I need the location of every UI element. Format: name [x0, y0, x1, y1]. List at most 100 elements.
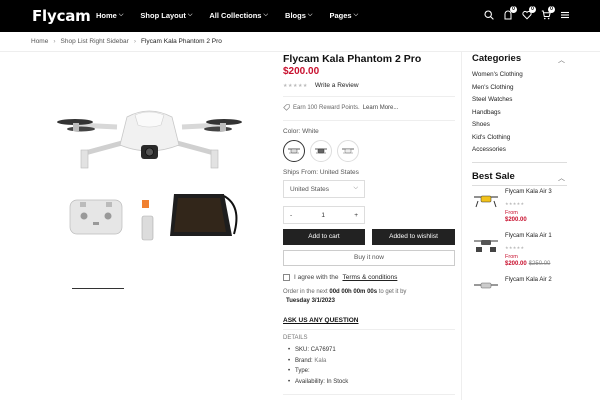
best-sale-name[interactable]: Flycam Kala Air 3	[505, 189, 552, 195]
order-pre-text: Order in the next	[283, 289, 328, 295]
nav-all-collections[interactable]: All Collections ⌵	[209, 11, 268, 20]
best-sale-name[interactable]: Flycam Kala Air 2	[505, 277, 552, 283]
best-sale-item[interactable]: Flycam Kala Air 3 ★★★★★ From $200.00	[472, 189, 572, 229]
price-current: $200.00	[505, 261, 527, 267]
cart-badge: 0	[548, 6, 555, 13]
best-sale-name[interactable]: Flycam Kala Air 1	[505, 233, 552, 239]
category-item[interactable]: Accessories	[472, 146, 523, 159]
product-thumbnail[interactable]	[472, 189, 500, 211]
quantity-stepper: - 1 +	[283, 206, 365, 224]
detail-availability: Availability: In Stock	[288, 379, 348, 385]
qty-minus-button[interactable]: -	[290, 212, 292, 219]
product-price: $200.00	[283, 66, 320, 77]
main-nav: Home ⌵ Shop Layout ⌵ All Collections ⌵ Blog…	[96, 11, 375, 20]
divider	[0, 51, 600, 52]
cart-icon[interactable]: 0	[541, 6, 555, 20]
chevron-up-icon[interactable]: ︿	[558, 55, 565, 65]
detail-brand: Brand: Kala	[288, 357, 348, 364]
chevron-down-icon: ⌵	[187, 12, 193, 18]
detail-type: Type:	[288, 368, 348, 374]
price-current: $200.00	[505, 217, 527, 223]
nav-label: All Collections	[209, 11, 262, 20]
qty-value[interactable]: 1	[321, 212, 325, 219]
swatch-drone-white[interactable]	[283, 140, 305, 162]
divider	[283, 394, 455, 395]
category-item[interactable]: Steel Watches	[472, 96, 523, 109]
detail-label: Type:	[295, 368, 310, 374]
country-select[interactable]: United States ⌵	[283, 180, 365, 198]
product-main-image[interactable]	[57, 95, 242, 175]
menu-icon[interactable]	[560, 10, 570, 20]
search-icon[interactable]	[484, 10, 494, 20]
detail-label: Brand:	[295, 357, 313, 364]
write-review-link[interactable]: Write a Review	[315, 82, 359, 89]
breadcrumb: Home › Shop List Right Sidebar › Flycam …	[31, 38, 222, 45]
reward-points: Earn 100 Reward Points. Learn More...	[283, 104, 398, 111]
best-sale-price: $200.00	[505, 217, 527, 223]
chevron-right-icon: ›	[133, 38, 136, 45]
add-to-cart-button[interactable]: Add to cart	[283, 229, 365, 245]
header-icons: 0 0 0	[484, 6, 570, 20]
details-list: SKU: CA76971 Brand: Kala Type: Availabil…	[288, 347, 348, 389]
order-countdown: Order in the next 00d 00h 00m 00s to get…	[283, 289, 406, 295]
drone-icon	[342, 148, 354, 154]
terms-checkbox[interactable]	[283, 274, 290, 281]
sidebar-divider	[461, 52, 462, 400]
star-rating-icon: ★★★★★	[283, 82, 308, 89]
terms-link[interactable]: Terms & conditions	[342, 274, 397, 281]
buy-now-button[interactable]: Buy it now	[283, 250, 455, 266]
qty-plus-button[interactable]: +	[354, 212, 358, 219]
country-value: United States	[290, 186, 330, 193]
swatch-drone-dark[interactable]	[310, 140, 332, 162]
nav-blogs[interactable]: Blogs ⌵	[285, 11, 312, 20]
site-logo[interactable]: Flycam	[32, 7, 91, 25]
nav-label: Pages	[329, 11, 352, 20]
site-header: Flycam Home ⌵ Shop Layout ⌵ All Collection…	[0, 0, 600, 32]
detail-sku: SKU: CA76971	[288, 347, 348, 353]
nav-home[interactable]: Home ⌵	[96, 11, 123, 20]
chevron-down-icon: ⌵	[353, 185, 358, 191]
category-item[interactable]: Handbags	[472, 109, 523, 122]
divider	[283, 120, 455, 121]
category-item[interactable]: Kid's Clothing	[472, 134, 523, 147]
divider	[283, 96, 455, 97]
category-item[interactable]: Men's Clothing	[472, 84, 523, 97]
product-thumbnails[interactable]	[66, 186, 246, 241]
chevron-down-icon: ⌵	[307, 12, 313, 18]
best-sale-title: Best Sale	[472, 171, 515, 182]
best-sale-item[interactable]: Flycam Kala Air 1 ★★★★★ From $200.00 $250…	[472, 233, 572, 273]
breadcrumb-home[interactable]: Home	[31, 38, 48, 45]
thumbnail-battery	[141, 200, 154, 241]
best-sale-from: From	[505, 210, 518, 216]
best-sale-from: From	[505, 254, 518, 260]
learn-more-link[interactable]: Learn More...	[363, 105, 399, 111]
ships-from-label: Ships From: United States	[283, 169, 359, 176]
divider	[472, 162, 567, 163]
drone-icon	[288, 148, 300, 154]
thumbnail-indicator	[72, 288, 124, 289]
category-item[interactable]: Women's Clothing	[472, 71, 523, 84]
chevron-right-icon: ›	[53, 38, 56, 45]
detail-value: Kala	[314, 357, 327, 364]
star-rating-icon: ★★★★★	[505, 201, 525, 206]
category-item[interactable]: Shoes	[472, 121, 523, 134]
product-thumbnail[interactable]	[472, 277, 500, 299]
nav-label: Shop Layout	[140, 11, 186, 20]
nav-pages[interactable]: Pages ⌵	[329, 11, 358, 20]
account-icon[interactable]: 0	[503, 6, 517, 20]
heart-icon[interactable]: 0	[522, 6, 536, 20]
best-sale-item[interactable]: Flycam Kala Air 2	[472, 277, 572, 297]
product-thumbnail[interactable]	[472, 233, 500, 255]
nav-shop-layout[interactable]: Shop Layout ⌵	[140, 11, 192, 20]
delivery-date: Tuesday 3/1/2023	[286, 298, 335, 304]
ask-question-link[interactable]: ASK US ANY QUESTION	[283, 317, 358, 324]
wishlist-badge: 0	[529, 6, 536, 13]
product-title: Flycam Kala Phantom 2 Pro	[283, 53, 422, 65]
thumbnail-bag	[170, 194, 238, 236]
nav-label: Home	[96, 11, 117, 20]
star-rating-icon: ★★★★★	[505, 245, 525, 250]
swatch-drone-light[interactable]	[337, 140, 359, 162]
add-to-wishlist-button[interactable]: Added to wishlist	[372, 229, 455, 245]
breadcrumb-shop-list[interactable]: Shop List Right Sidebar	[61, 38, 129, 45]
chevron-up-icon[interactable]: ︿	[558, 173, 565, 183]
